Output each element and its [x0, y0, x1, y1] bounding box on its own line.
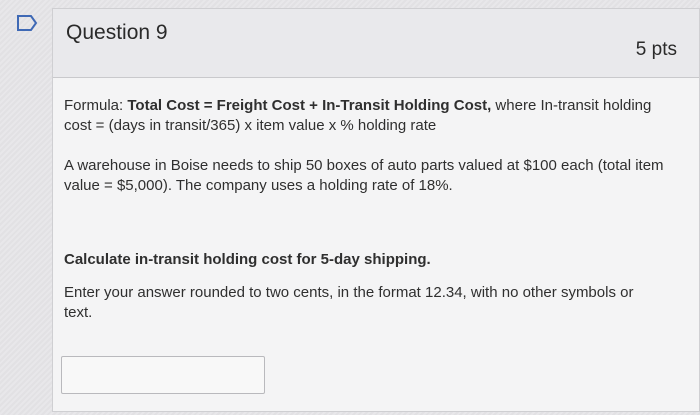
- question-card: Question 9 5 pts Formula: Total Cost = F…: [52, 8, 700, 412]
- formula-bold: Total Cost = Freight Cost + In-Transit H…: [127, 97, 492, 114]
- formula-label: Formula:: [64, 97, 128, 114]
- question-title: Question 9: [66, 21, 168, 44]
- question-body: Formula: Total Cost = Freight Cost + In-…: [53, 78, 699, 411]
- page: Question 9 5 pts Formula: Total Cost = F…: [0, 0, 700, 415]
- formula-text: Formula: Total Cost = Freight Cost + In-…: [64, 96, 664, 136]
- question-header: Question 9 5 pts: [53, 9, 699, 78]
- question-points: 5 pts: [635, 39, 677, 60]
- bookmark-flag-icon[interactable]: [16, 14, 38, 32]
- scenario-text: A warehouse in Boise needs to ship 50 bo…: [64, 157, 664, 194]
- task-text: Calculate in-transit holding cost for 5-…: [64, 251, 431, 268]
- instructions-text: Enter your answer rounded to two cents, …: [64, 284, 634, 321]
- answer-input[interactable]: [61, 356, 265, 394]
